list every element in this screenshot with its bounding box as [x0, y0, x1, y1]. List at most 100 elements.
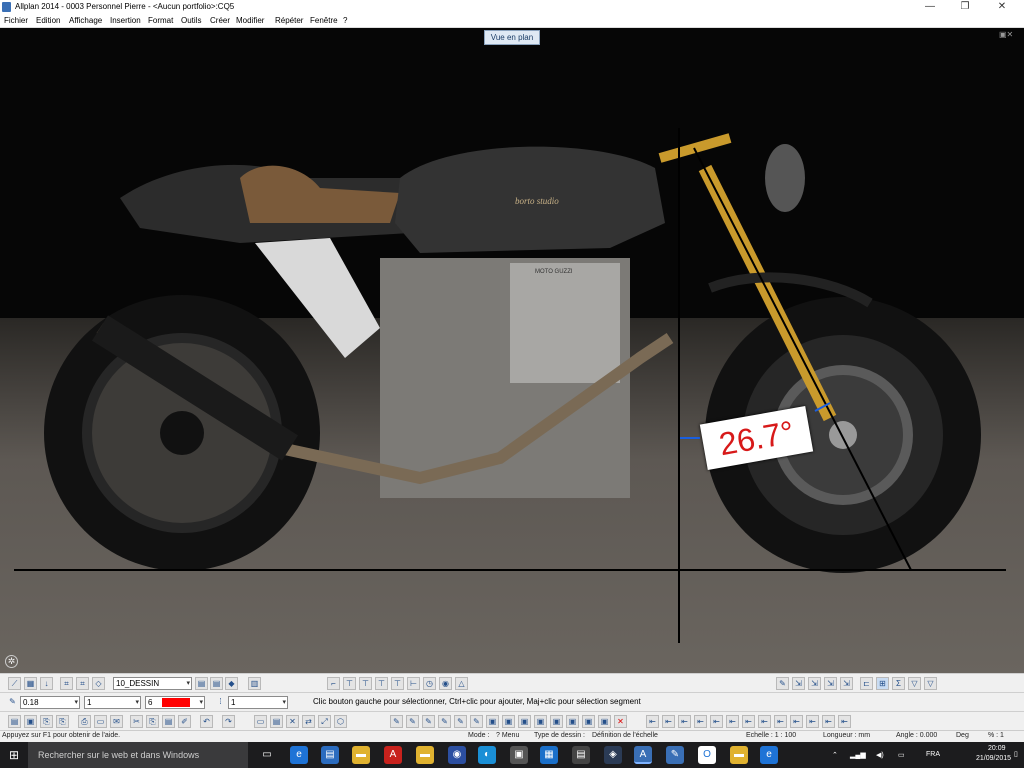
dimension-icon-4[interactable]: ⇤ [694, 715, 707, 728]
modify-icon-6[interactable]: ✎ [470, 715, 483, 728]
layer-tool-icon-2[interactable]: ▤ [210, 677, 223, 690]
modify-icon-1[interactable]: ✎ [390, 715, 403, 728]
delete-icon[interactable]: ✕ [286, 715, 299, 728]
app-icon-white[interactable]: O [698, 746, 716, 764]
menu-item-format[interactable]: Format [148, 16, 173, 25]
app-icon-globe[interactable]: ◉ [448, 746, 466, 764]
format-painter-icon[interactable]: ✐ [178, 715, 191, 728]
modify-icon-13[interactable]: ▣ [582, 715, 595, 728]
battery-icon[interactable]: ▭ [898, 751, 905, 759]
filter-icon-5[interactable]: ⇲ [840, 677, 853, 690]
dimension-icon-12[interactable]: ⇤ [822, 715, 835, 728]
language-indicator[interactable]: FRA [926, 751, 940, 758]
app-icon-circle[interactable]: ◐ [478, 746, 496, 764]
menu-item-modifier[interactable]: Modifier [236, 16, 264, 25]
file-explorer-icon[interactable]: ▤ [321, 746, 339, 764]
tool-icon-4[interactable]: ⌗ [60, 677, 73, 690]
filter-icon-1[interactable]: ✎ [776, 677, 789, 690]
sum-icon[interactable]: Σ [892, 677, 905, 690]
pen-thickness-select[interactable]: 0.18 ▾ [20, 696, 80, 709]
dim-tool-icon-1[interactable]: ⌐ [327, 677, 340, 690]
menu-item-insertion[interactable]: Insertion [110, 16, 141, 25]
modify-icon-7[interactable]: ▣ [486, 715, 499, 728]
line-type-select[interactable]: 1 ▾ [84, 696, 141, 709]
taskbar-search-box[interactable]: Rechercher sur le web et dans Windows [28, 742, 248, 768]
app-icon-note[interactable]: ✎ [666, 746, 684, 764]
dimension-icon-1[interactable]: ⇤ [646, 715, 659, 728]
modify-icon-11[interactable]: ▣ [550, 715, 563, 728]
dimension-icon-13[interactable]: ⇤ [838, 715, 851, 728]
menu-item-outils[interactable]: Outils [181, 16, 201, 25]
modify-icon-12[interactable]: ▣ [566, 715, 579, 728]
network-icon[interactable]: ▂▄▆ [850, 751, 866, 759]
edit-icon-7[interactable]: ✉ [110, 715, 123, 728]
chevron-up-icon[interactable]: ⌃ [832, 751, 838, 759]
dimension-icon-7[interactable]: ⇤ [742, 715, 755, 728]
select-filter-icon-2[interactable]: ⊞ [876, 677, 889, 690]
dim-tool-icon-4[interactable]: ⊤ [375, 677, 388, 690]
app-icon-terminal[interactable]: ▣ [510, 746, 528, 764]
layer-tool-icon-3[interactable]: ◆ [225, 677, 238, 690]
tool-icon-1[interactable]: ⟋ [8, 677, 21, 690]
modify-icon-8[interactable]: ▣ [502, 715, 515, 728]
menu-item-fichier[interactable]: Fichier [4, 16, 28, 25]
edit-icon-2[interactable]: ▣ [24, 715, 37, 728]
dimension-icon-8[interactable]: ⇤ [758, 715, 771, 728]
minimize-button[interactable]: — [914, 0, 946, 14]
edit-icon-4[interactable]: ⎘ [56, 715, 69, 728]
folder-icon-2[interactable]: ▬ [416, 746, 434, 764]
menu-item-fenetre[interactable]: Fenêtre [310, 16, 338, 25]
modify-icon-5[interactable]: ✎ [454, 715, 467, 728]
close-button[interactable]: ✕ [986, 0, 1018, 14]
folder-icon[interactable]: ▬ [352, 746, 370, 764]
modify-icon-3[interactable]: ✎ [422, 715, 435, 728]
app-icon-dark[interactable]: ◈ [604, 746, 622, 764]
allplan-app-icon[interactable] [2, 2, 11, 12]
modify-icon-4[interactable]: ✎ [438, 715, 451, 728]
edge-browser-icon-2[interactable]: e [760, 746, 778, 764]
filter-funnel-icon[interactable]: ▽ [908, 677, 921, 690]
dim-tool-icon-6[interactable]: ⊢ [407, 677, 420, 690]
snap-settings-icon[interactable]: ✲ [5, 655, 18, 668]
filter-icon-3[interactable]: ⇲ [808, 677, 821, 690]
allplan-taskbar-icon[interactable]: A [634, 746, 652, 764]
modify-icon-2[interactable]: ✎ [406, 715, 419, 728]
menu-item-affichage[interactable]: Affichage [69, 16, 102, 25]
notifications-icon[interactable]: ▯ [1014, 750, 1018, 758]
dim-tool-icon-3[interactable]: ⊤ [359, 677, 372, 690]
dimension-icon-10[interactable]: ⇤ [790, 715, 803, 728]
edit-icon-16[interactable]: ⇄ [302, 715, 315, 728]
menu-item-help[interactable]: ? [343, 16, 347, 25]
layer-tool-icon-4[interactable]: ▥ [248, 677, 261, 690]
clock-date[interactable]: 21/09/2015 [976, 755, 1011, 762]
tool-icon-5[interactable]: ⌗ [76, 677, 89, 690]
dim-tool-icon-5[interactable]: ⊤ [391, 677, 404, 690]
edit-icon-18[interactable]: ⬡ [334, 715, 347, 728]
pattern-select[interactable]: 1 ▾ [228, 696, 288, 709]
drawing-viewport[interactable]: borto studio MOTO GUZZI Vue en plan ▣✕ 2… [0, 28, 1024, 673]
viewport-restore-icon[interactable]: ▣✕ [999, 30, 1013, 39]
dim-tool-icon-9[interactable]: △ [455, 677, 468, 690]
line-color-select[interactable]: 6 ▾ [145, 696, 205, 709]
menu-item-repeter[interactable]: Répéter [275, 16, 303, 25]
edit-icon-13[interactable]: ▭ [254, 715, 267, 728]
paste-icon[interactable]: ▤ [162, 715, 175, 728]
dimension-icon-2[interactable]: ⇤ [662, 715, 675, 728]
dimension-icon-6[interactable]: ⇤ [726, 715, 739, 728]
dimension-icon-5[interactable]: ⇤ [710, 715, 723, 728]
filter-icon-4[interactable]: ⇲ [824, 677, 837, 690]
tool-icon-6[interactable]: ◇ [92, 677, 105, 690]
edit-icon-14[interactable]: ▤ [270, 715, 283, 728]
dim-tool-icon-2[interactable]: ⊤ [343, 677, 356, 690]
tool-icon-3[interactable]: ↓ [40, 677, 53, 690]
app-icon-blue[interactable]: ▦ [540, 746, 558, 764]
undo-icon[interactable]: ↶ [200, 715, 213, 728]
edge-browser-icon[interactable]: e [290, 746, 308, 764]
maximize-button[interactable]: ❐ [949, 0, 981, 14]
edit-icon-3[interactable]: ⎘ [40, 715, 53, 728]
redo-icon[interactable]: ↷ [222, 715, 235, 728]
dim-tool-icon-8[interactable]: ◉ [439, 677, 452, 690]
copy-icon[interactable]: ⎘ [146, 715, 159, 728]
edit-icon-6[interactable]: ▭ [94, 715, 107, 728]
modify-icon-9[interactable]: ▣ [518, 715, 531, 728]
